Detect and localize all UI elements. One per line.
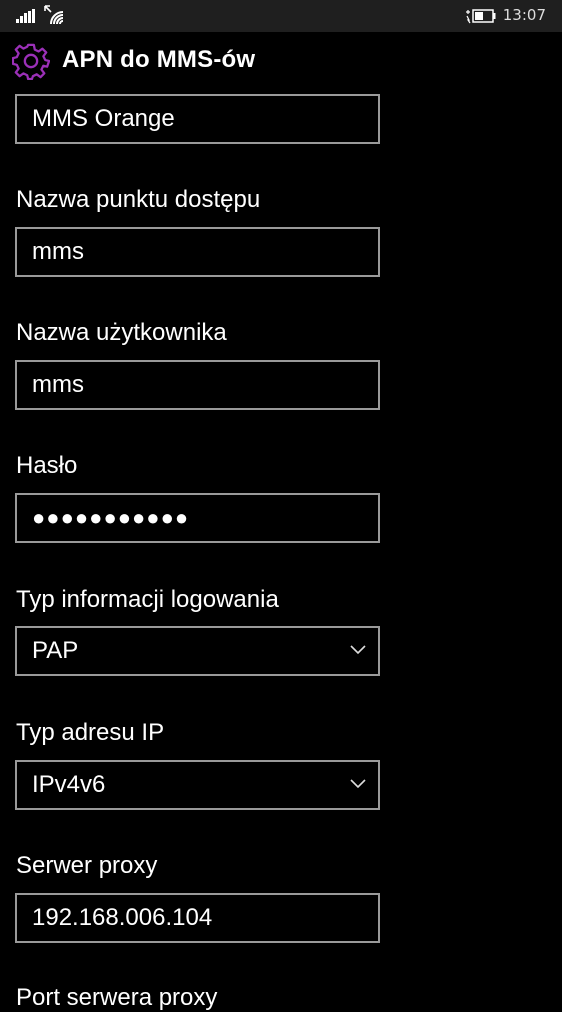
ip-type-select[interactable]: IPv4v6 [15, 760, 380, 810]
auth-type-label: Typ informacji logowania [16, 586, 279, 613]
chevron-down-icon [350, 779, 366, 789]
auth-type-value: PAP [32, 637, 79, 664]
wifi-icon [44, 5, 64, 25]
access-point-name-field[interactable]: mms [15, 227, 380, 277]
proxy-port-label: Port serwera proxy [16, 984, 218, 1011]
access-point-name-value: mms [32, 238, 84, 265]
clock: 13:07 [502, 6, 546, 24]
chevron-down-icon [350, 645, 366, 655]
password-label: Hasło [16, 452, 78, 479]
status-bar: 13:07 [0, 0, 562, 32]
proxy-server-field[interactable]: 192.168.006.104 [15, 893, 380, 943]
auth-type-select[interactable]: PAP [15, 626, 380, 676]
ip-type-value: IPv4v6 [32, 771, 106, 798]
page-title: APN do MMS-ów [62, 46, 256, 73]
password-value: ●●●●●●●●●●● [32, 505, 190, 530]
battery-icon [466, 9, 496, 24]
access-point-name-label: Nazwa punktu dostępu [16, 186, 261, 213]
username-label: Nazwa użytkownika [16, 319, 227, 346]
profile-name-value: MMS Orange [32, 105, 175, 132]
password-field[interactable]: ●●●●●●●●●●● [15, 493, 380, 543]
signal-strength-icon [16, 9, 35, 23]
page-header: APN do MMS-ów [0, 32, 562, 92]
ip-type-label: Typ adresu IP [16, 719, 165, 746]
gear-icon [12, 43, 50, 80]
profile-name-field[interactable]: MMS Orange [15, 94, 380, 144]
username-field[interactable]: mms [15, 360, 380, 410]
proxy-server-value: 192.168.006.104 [32, 904, 213, 931]
proxy-server-label: Serwer proxy [16, 852, 158, 879]
username-value: mms [32, 371, 84, 398]
